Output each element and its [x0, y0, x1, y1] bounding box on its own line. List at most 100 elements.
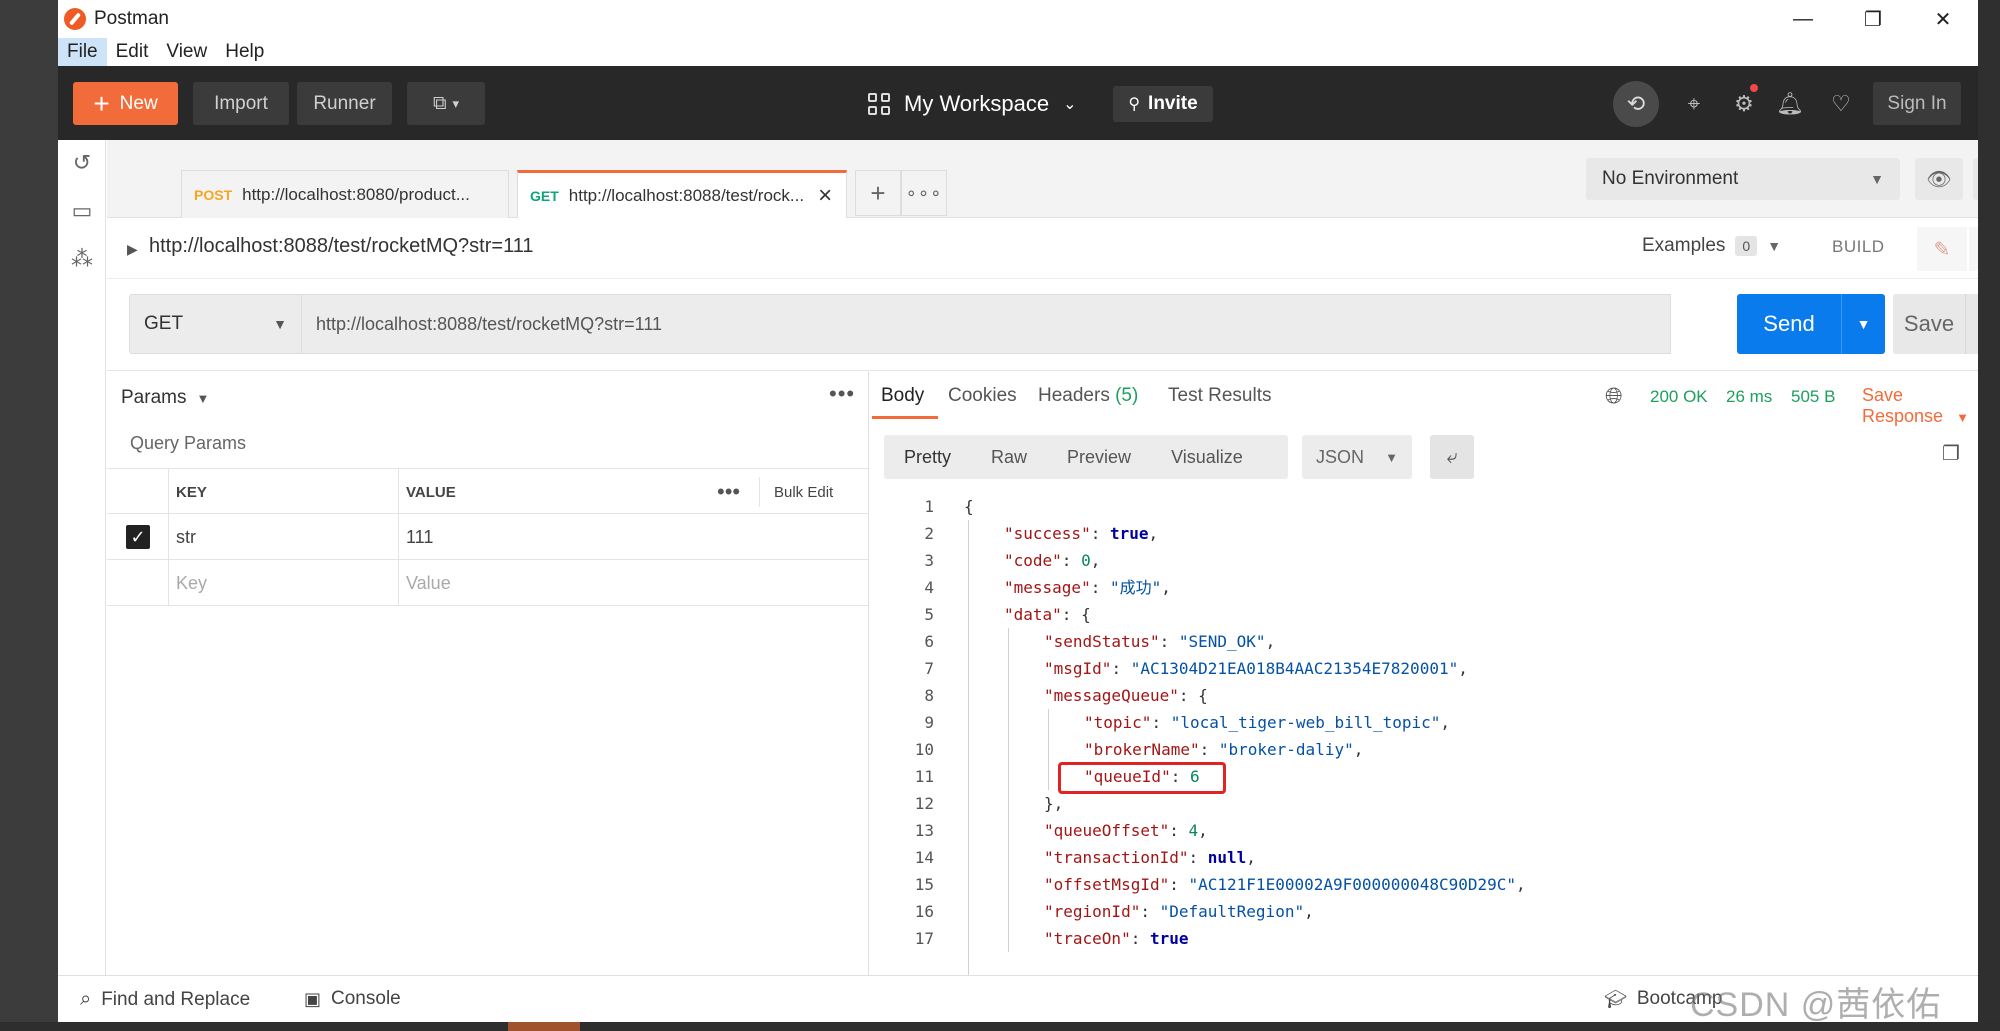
- value-input[interactable]: Value: [406, 560, 451, 606]
- import-button[interactable]: Import: [193, 82, 289, 125]
- comment-icon[interactable]: ▭: [1969, 227, 1978, 271]
- content-type-select[interactable]: JSON ▼: [1302, 435, 1412, 479]
- find-replace-button[interactable]: ⌕ Find and Replace: [80, 988, 250, 1011]
- more-tabs-icon[interactable]: ∘∘∘: [901, 170, 947, 216]
- caret-right-icon[interactable]: ▶: [127, 241, 138, 258]
- status-code[interactable]: 200 OK: [1650, 387, 1708, 407]
- find-replace-label: Find and Replace: [101, 988, 251, 1010]
- watermark-text: CSDN @茜依佑: [1690, 986, 1942, 1024]
- restore-icon[interactable]: ❐: [1838, 0, 1908, 38]
- method-value: GET: [144, 313, 184, 334]
- invite-button[interactable]: ⚲ Invite: [1113, 86, 1213, 122]
- params-label: Params: [121, 387, 187, 408]
- workspace-grid-icon: [868, 92, 890, 115]
- pencil-icon[interactable]: ✎: [1917, 227, 1967, 271]
- bulk-edit-link[interactable]: Bulk Edit: [774, 469, 833, 515]
- new-button[interactable]: + New: [73, 82, 178, 125]
- tab-post-product[interactable]: POST http://localhost:8080/product...: [181, 170, 509, 218]
- wrap-lines-icon[interactable]: ⤶: [1430, 435, 1474, 479]
- params-table: KEY VALUE ••• Bulk Edit ✓ str 111 Key Va…: [107, 468, 869, 606]
- response-size[interactable]: 505 B: [1791, 387, 1835, 407]
- params-dropdown[interactable]: Params ▼: [121, 387, 209, 409]
- collections-icon[interactable]: ▭: [69, 198, 95, 224]
- menu-view[interactable]: View: [157, 38, 216, 66]
- apis-icon[interactable]: ⁂: [69, 246, 95, 272]
- tab-url: http://localhost:8080/product...: [242, 184, 470, 204]
- column-key: KEY: [176, 483, 207, 501]
- param-value[interactable]: 111: [406, 514, 433, 560]
- table-row-empty: Key Value: [107, 560, 869, 606]
- menu-file[interactable]: File: [58, 38, 107, 66]
- send-options-icon[interactable]: ▼: [1841, 294, 1885, 354]
- code-line: 16 "regionId": "DefaultRegion",: [870, 898, 1978, 925]
- save-response-button[interactable]: Save Response ▼: [1862, 385, 1978, 427]
- line-number: 16: [914, 902, 934, 921]
- chevron-down-icon: ▼: [1385, 449, 1398, 465]
- tab-get-rocketmq[interactable]: GET http://localhost:8088/test/rock... ×: [517, 170, 847, 218]
- save-options-icon[interactable]: ▼: [1965, 294, 1978, 354]
- url-input[interactable]: http://localhost:8088/test/rocketMQ?str=…: [302, 294, 1671, 354]
- minimize-icon[interactable]: —: [1768, 0, 1838, 38]
- params-panel: Params ▼ ••• Query Params KEY VALUE ••• …: [107, 370, 869, 975]
- code-line: 13 "queueOffset": 4,: [870, 817, 1978, 844]
- environment-select[interactable]: No Environment ▼: [1586, 158, 1900, 200]
- format-pretty[interactable]: Pretty: [884, 435, 971, 479]
- line-number: 14: [914, 848, 934, 867]
- console-button[interactable]: ▣ Console: [304, 988, 401, 1010]
- response-body[interactable]: 1{2 "success": true, 3 "code": 0, 4 "message"…: [870, 493, 1978, 976]
- close-tab-icon[interactable]: ×: [818, 182, 832, 210]
- menu-edit[interactable]: Edit: [107, 38, 158, 66]
- save-label: Save: [1903, 311, 1955, 336]
- menu-help[interactable]: Help: [216, 38, 273, 66]
- more-options-icon[interactable]: •••: [829, 381, 855, 407]
- workspace-selector[interactable]: My Workspace ⌄: [868, 82, 1076, 125]
- close-icon[interactable]: ✕: [1908, 0, 1978, 38]
- satellite-icon[interactable]: ⌖: [1676, 86, 1712, 122]
- globe-icon[interactable]: 🌐︎: [1605, 383, 1623, 409]
- key-input[interactable]: Key: [176, 560, 207, 606]
- content-type-value: JSON: [1316, 446, 1365, 467]
- line-number: 1: [924, 497, 934, 516]
- param-key[interactable]: str: [176, 514, 196, 560]
- copy-icon[interactable]: ❐: [1942, 441, 1960, 466]
- more-options-icon[interactable]: •••: [717, 469, 740, 515]
- url-bar: GET ▼ http://localhost:8088/test/rocketM…: [107, 280, 1978, 370]
- tab-body[interactable]: Body: [881, 385, 924, 407]
- tab-url: http://localhost:8088/test/rock...: [568, 185, 805, 205]
- add-tab-button[interactable]: +: [855, 170, 901, 216]
- response-time[interactable]: 26 ms: [1726, 387, 1772, 407]
- sliders-icon[interactable]: ⚟: [1973, 158, 1978, 200]
- gear-icon[interactable]: ⚙: [1726, 86, 1762, 122]
- examples-label: Examples: [1642, 235, 1726, 256]
- heart-icon[interactable]: ♡: [1823, 86, 1859, 122]
- build-label[interactable]: BUILD: [1832, 237, 1885, 257]
- code-line: 9 "topic": "local_tiger-web_bill_topic",: [870, 709, 1978, 736]
- method-select[interactable]: GET ▼: [129, 294, 302, 354]
- bell-icon[interactable]: 🔔︎: [1772, 86, 1808, 122]
- examples-dropdown[interactable]: Examples 0 ▼: [1642, 235, 1781, 257]
- table-row: ✓ str 111: [107, 514, 869, 560]
- code-line: 11 "queueId": 6: [870, 763, 1978, 790]
- search-icon: ⌕: [80, 988, 92, 1010]
- tab-headers-label: Headers: [1038, 385, 1110, 406]
- eye-icon[interactable]: 👁︎: [1915, 158, 1963, 200]
- sign-in-button[interactable]: Sign In: [1873, 82, 1961, 125]
- format-preview[interactable]: Preview: [1047, 435, 1151, 479]
- param-enabled-checkbox[interactable]: ✓: [126, 514, 150, 560]
- tab-method: POST: [194, 186, 233, 203]
- history-icon[interactable]: ↺: [69, 150, 95, 176]
- line-number: 12: [914, 794, 934, 813]
- format-visualize[interactable]: Visualize: [1151, 435, 1263, 479]
- tab-test-results[interactable]: Test Results: [1168, 385, 1271, 407]
- tab-headers[interactable]: Headers (5): [1038, 385, 1138, 407]
- sync-off-icon[interactable]: ⟲: [1613, 81, 1659, 127]
- runner-button[interactable]: Runner: [297, 82, 392, 125]
- tab-cookies[interactable]: Cookies: [948, 385, 1017, 407]
- new-window-icon: ⧉: [432, 92, 447, 114]
- save-button[interactable]: Save ▼: [1893, 294, 1978, 354]
- format-raw[interactable]: Raw: [971, 435, 1047, 479]
- code-text: "sendStatus": "SEND_OK",: [1044, 632, 1276, 651]
- new-window-button[interactable]: ⧉ ▾: [407, 82, 485, 125]
- request-name[interactable]: http://localhost:8088/test/rocketMQ?str=…: [149, 235, 533, 258]
- send-button[interactable]: Send ▼: [1737, 294, 1885, 354]
